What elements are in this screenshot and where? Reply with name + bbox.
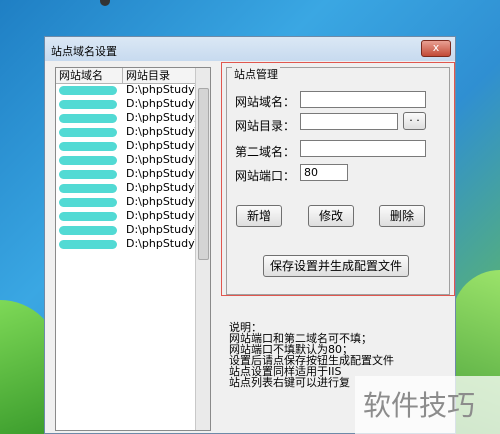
second-domain-label: 第二域名： xyxy=(235,145,296,159)
domain-cell-redacted xyxy=(56,139,123,153)
site-domain-settings-window: 站点域名设置 x 网站域名 网站目录 D:\phpStudy\ D:\phpStu… xyxy=(44,36,456,434)
domain-cell-redacted xyxy=(56,223,123,237)
port-input[interactable] xyxy=(300,164,348,181)
redaction-mark xyxy=(59,170,117,179)
redaction-mark xyxy=(59,184,117,193)
watermark: 软件技巧 xyxy=(355,376,500,434)
title-bar[interactable]: 站点域名设置 x xyxy=(45,37,455,61)
table-row[interactable]: D:\phpStudy\ xyxy=(56,167,196,181)
directory-label: 网站目录： xyxy=(235,119,296,133)
close-icon: x xyxy=(432,41,440,54)
delete-button[interactable]: 删除 xyxy=(379,205,425,227)
browse-button[interactable]: · · xyxy=(403,112,426,130)
domain-input[interactable] xyxy=(300,91,426,108)
domain-cell-redacted xyxy=(56,195,123,209)
directory-cell: D:\phpStudy\ xyxy=(126,139,196,152)
redaction-mark xyxy=(59,100,117,109)
directory-cell: D:\phpStudy\ xyxy=(126,83,196,96)
desktop-icon xyxy=(100,0,110,6)
redaction-mark xyxy=(59,156,117,165)
list-rows: D:\phpStudy\ D:\phpStudy\ D:\phpStudy/D:\p… xyxy=(56,83,196,251)
domain-cell-redacted xyxy=(56,209,123,223)
column-header-directory[interactable]: 网站目录 xyxy=(123,68,196,83)
domain-cell-redacted xyxy=(56,181,123,195)
directory-cell: D:\phpStudy\ xyxy=(126,97,196,110)
domain-cell-redacted xyxy=(56,97,123,111)
scrollbar-thumb[interactable] xyxy=(198,88,209,260)
watermark-text: 软件技巧 xyxy=(363,389,476,422)
directory-cell: D:\phpStudy\ xyxy=(126,167,196,180)
table-row[interactable]: D:\phpStudy\ xyxy=(56,139,196,153)
table-row[interactable]: D:\phpStudy/ xyxy=(56,111,196,125)
domain-cell-redacted xyxy=(56,153,123,167)
directory-cell: D:\phpStudy\ xyxy=(126,153,196,166)
site-list[interactable]: 网站域名 网站目录 D:\phpStudy\ D:\phpStudy\ D:\php… xyxy=(55,67,211,431)
directory-cell: D:\phpStudy\ xyxy=(126,181,196,194)
port-label: 网站端口： xyxy=(235,169,296,183)
redaction-mark xyxy=(59,86,117,95)
column-header-domain[interactable]: 网站域名 xyxy=(56,68,123,83)
table-row[interactable]: D:\phpStudy\ xyxy=(56,195,196,209)
domain-label: 网站域名： xyxy=(235,95,296,109)
second-domain-input[interactable] xyxy=(300,140,426,157)
directory-cell: D:\phpStudy\ xyxy=(126,237,196,250)
redaction-mark xyxy=(59,240,117,249)
redaction-mark xyxy=(59,212,117,221)
window-title: 站点域名设置 xyxy=(51,45,117,58)
directory-cell: D:\phpStudy/ xyxy=(126,111,196,124)
close-button[interactable]: x xyxy=(421,40,451,57)
table-row[interactable]: D:\phpStudy\ xyxy=(56,153,196,167)
redaction-mark xyxy=(59,128,117,137)
domain-cell-redacted xyxy=(56,111,123,125)
table-row[interactable]: D:\phpStudy\ xyxy=(56,97,196,111)
table-row[interactable]: D:\phpStudy\ xyxy=(56,125,196,139)
domain-cell-redacted xyxy=(56,237,123,251)
table-row[interactable]: D:\phpStudy\ xyxy=(56,83,196,97)
edit-button[interactable]: 修改 xyxy=(308,205,354,227)
directory-input[interactable] xyxy=(300,113,398,130)
table-row[interactable]: D:\phpStudy\ xyxy=(56,181,196,195)
domain-cell-redacted xyxy=(56,167,123,181)
redaction-mark xyxy=(59,226,117,235)
table-row[interactable]: D:\phpStudy\ xyxy=(56,209,196,223)
redaction-mark xyxy=(59,198,117,207)
vertical-scrollbar[interactable] xyxy=(195,68,210,430)
save-and-generate-button[interactable]: 保存设置并生成配置文件 xyxy=(263,255,409,277)
redaction-mark xyxy=(59,114,117,123)
list-header: 网站域名 网站目录 xyxy=(56,68,196,84)
domain-cell-redacted xyxy=(56,125,123,139)
table-row[interactable]: D:\phpStudy\ xyxy=(56,237,196,251)
domain-cell-redacted xyxy=(56,83,123,97)
directory-cell: D:\phpStudy\ xyxy=(126,223,196,236)
table-row[interactable]: D:\phpStudy\ xyxy=(56,223,196,237)
add-button[interactable]: 新增 xyxy=(236,205,282,227)
directory-cell: D:\phpStudy\ xyxy=(126,125,196,138)
directory-cell: D:\phpStudy\ xyxy=(126,195,196,208)
directory-cell: D:\phpStudy\ xyxy=(126,209,196,222)
redaction-mark xyxy=(59,142,117,151)
